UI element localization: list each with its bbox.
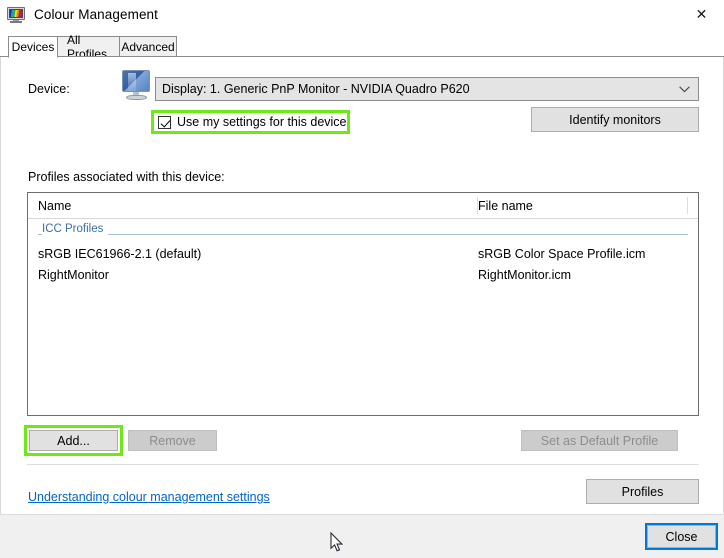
monitor-icon (120, 70, 154, 102)
chevron-down-icon (679, 78, 690, 100)
close-button-label: Close (647, 525, 716, 548)
remove-button: Remove (128, 430, 217, 451)
column-header-file-name[interactable]: File name (468, 193, 688, 218)
window-title: Colour Management (34, 7, 159, 22)
profile-name: RightMonitor (38, 267, 109, 282)
table-row[interactable]: RightMonitor RightMonitor.icm (28, 264, 698, 285)
list-group-icc-profiles: ICC Profiles (28, 221, 698, 243)
chevron-down-svg (679, 85, 690, 92)
device-dropdown-value: Display: 1. Generic PnP Monitor - NVIDIA… (162, 82, 470, 96)
column-header-file-name-label: File name (478, 198, 533, 213)
tab-all-profiles[interactable]: All Profiles (57, 33, 120, 61)
profiles-heading: Profiles associated with this device: (28, 170, 225, 184)
close-button[interactable]: Close (645, 523, 718, 550)
column-header-name-label: Name (38, 198, 72, 213)
profiles-list-header: Name File name (28, 193, 698, 219)
profiles-list[interactable]: Name File name ICC Profiles sRGB IEC6196… (27, 192, 699, 416)
checkbox-check-icon (158, 115, 171, 129)
title-bar: Colour Management ✕ (0, 0, 724, 29)
use-my-settings-checkbox[interactable]: Use my settings for this device (158, 113, 347, 131)
profile-name: sRGB IEC61966-2.1 (default) (38, 246, 202, 261)
use-my-settings-label: Use my settings for this device (177, 115, 347, 129)
footer-bar (0, 514, 724, 558)
device-label: Device: (28, 82, 70, 96)
column-header-name[interactable]: Name (28, 193, 478, 218)
profile-file-name: RightMonitor.icm (478, 267, 572, 282)
colour-management-monitor-icon (7, 6, 25, 23)
profile-file-name: sRGB Color Space Profile.icm (478, 246, 646, 261)
tab-advanced[interactable]: Advanced (119, 36, 177, 57)
profiles-button[interactable]: Profiles (586, 479, 699, 504)
tab-strip: Devices All Profiles Advanced (0, 33, 724, 61)
set-as-default-profile-button: Set as Default Profile (521, 430, 678, 451)
list-group-label: ICC Profiles (42, 223, 109, 235)
device-dropdown[interactable]: Display: 1. Generic PnP Monitor - NVIDIA… (155, 77, 699, 101)
add-button[interactable]: Add... (29, 430, 118, 451)
tab-devices[interactable]: Devices (8, 36, 58, 58)
close-icon[interactable]: ✕ (679, 0, 724, 29)
identify-monitors-button[interactable]: Identify monitors (531, 107, 699, 132)
divider (27, 464, 699, 465)
understanding-colour-management-link[interactable]: Understanding colour management settings (28, 490, 270, 504)
table-row[interactable]: sRGB IEC61966-2.1 (default) sRGB Color S… (28, 243, 698, 264)
